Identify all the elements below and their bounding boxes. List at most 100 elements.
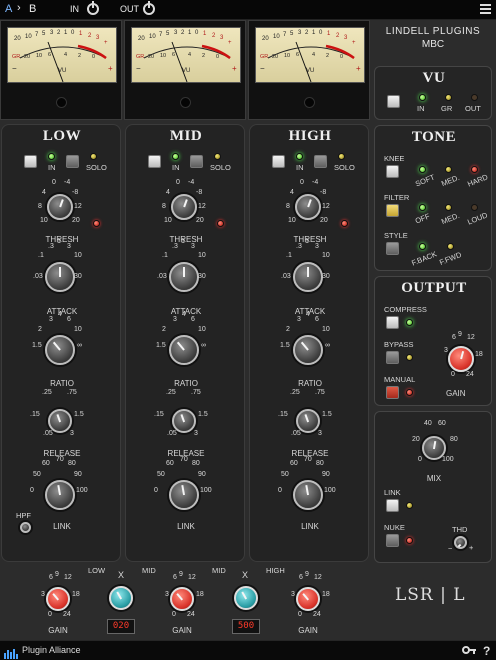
threshold-knob[interactable] <box>295 194 321 220</box>
band-gain-knob-high[interactable] <box>296 587 320 611</box>
vu-scale-top-label: 0 <box>71 30 75 36</box>
vu-scale-top-label: 5 <box>166 31 170 37</box>
knee-hard-label: HARD <box>466 172 490 189</box>
vu-meter: 20 10 7 5 3 2 1 0 1 2 3 + GR 20 10 6 4 2 0− VU + <box>0 20 122 120</box>
crossover-x-label: X <box>118 570 125 580</box>
ratio-knob[interactable] <box>169 335 199 365</box>
vu-scale-top-label: 1 <box>64 30 68 36</box>
compare-a-button[interactable]: A <box>5 3 12 15</box>
release-knob-tick: .15 <box>278 411 288 418</box>
threshold-knob-tick: 8 <box>162 203 166 210</box>
link-knob-tick: 60 <box>166 460 174 467</box>
vu-scale-top-label: 1 <box>327 31 331 37</box>
band-gain-knob-mid[interactable] <box>170 587 194 611</box>
knee-med-label: MED. <box>439 172 461 189</box>
vu-source-button[interactable] <box>387 95 400 108</box>
threshold-knob-tick: 4 <box>42 189 46 196</box>
key-icon[interactable] <box>462 644 476 659</box>
thd-label: THD <box>452 525 468 534</box>
output-panel: OUTPUT COMPRESS BYPASS MANUAL 6 9 12 3 18 0 24… <box>374 276 492 406</box>
vu-scale-bottom-label: 10 <box>36 53 43 59</box>
channel-strip-high: HIGH IN SOLO 0 -4 4 -8 8 12 10 20 THRESH .3 1 3.1 10.03… <box>249 124 369 562</box>
output-gain-knob-tick: 9 <box>458 331 462 338</box>
vu-panel-title: VU <box>422 70 446 86</box>
attack-knob-tick: 10 <box>198 252 206 259</box>
ratio-knob[interactable] <box>293 335 323 365</box>
help-button[interactable]: ? <box>483 644 490 658</box>
threshold-knob-tick: 0 <box>52 179 56 186</box>
crossover-x-label: X <box>242 570 249 580</box>
link-knob-tick: 0 <box>154 487 158 494</box>
output-gain-knob-tick: 6 <box>452 334 456 341</box>
ratio-knob[interactable] <box>45 335 75 365</box>
compare-b-button[interactable]: B <box>29 3 36 15</box>
attack-knob[interactable] <box>169 262 199 292</box>
attack-knob-tick: .03 <box>33 273 43 280</box>
knee-soft-led <box>419 166 426 173</box>
attack-knob[interactable] <box>45 262 75 292</box>
band-solo-button[interactable] <box>190 155 203 168</box>
nuke-button[interactable] <box>386 534 399 547</box>
vu-zero-screw-icon[interactable] <box>180 97 191 108</box>
ratio-knob-tick: 6 <box>315 316 319 323</box>
hamburger-icon[interactable] <box>480 4 491 14</box>
vu-zero-screw-icon[interactable] <box>56 97 67 108</box>
knee-soft-label: SOFT <box>414 172 436 189</box>
thd-knob[interactable] <box>454 536 467 549</box>
vu-meter: 20 10 7 5 3 2 1 0 1 2 3 + GR 20 10 6 4 2 0− VU + <box>248 20 370 120</box>
band-in-button[interactable] <box>24 155 37 168</box>
attack-knob-tick: 10 <box>322 252 330 259</box>
vu-minus-label: − <box>12 64 17 73</box>
crossover-low-mid-knob[interactable] <box>109 586 133 610</box>
manual-button[interactable] <box>386 386 399 399</box>
link-knob-tick: 80 <box>192 460 200 467</box>
link-knob-tick: 70 <box>304 456 312 463</box>
vu-scale-top-label: 10 <box>25 34 32 40</box>
filter-button[interactable] <box>386 204 399 217</box>
compress-button[interactable] <box>386 316 399 329</box>
output-gain-label: GAIN <box>446 389 466 398</box>
vu-zero-screw-icon[interactable] <box>304 97 315 108</box>
hpf-knob[interactable] <box>20 522 31 533</box>
style-button[interactable] <box>386 242 399 255</box>
output-power-icon[interactable] <box>143 1 155 15</box>
ratio-knob-tick: 10 <box>198 326 206 333</box>
threshold-knob[interactable] <box>47 194 73 220</box>
knee-med-led <box>445 166 452 173</box>
style-label: STYLE <box>384 231 408 240</box>
vu-scale-top-label: 7 <box>35 32 39 38</box>
band-gain-knob-low[interactable] <box>46 587 70 611</box>
attack-knob-tick: 3 <box>67 243 71 250</box>
attack-knob-tick: 3 <box>191 243 195 250</box>
footer: Plugin Alliance ? <box>0 640 496 660</box>
vu-scale-bottom-label: 6 <box>296 52 300 58</box>
vu-scale-bottom-label: GR <box>12 54 21 60</box>
mix-link-button[interactable] <box>386 499 399 512</box>
bypass-button[interactable] <box>386 351 399 364</box>
knee-button[interactable] <box>386 165 399 178</box>
link-knob[interactable] <box>45 480 75 510</box>
compare-arrow-icon[interactable]: › <box>17 2 21 14</box>
filter-off-led <box>419 204 426 211</box>
plugin-alliance-label: Plugin Alliance <box>22 645 81 655</box>
release-knob-tick: 3 <box>70 430 74 437</box>
band-solo-button[interactable] <box>314 155 327 168</box>
threshold-knob[interactable] <box>171 194 197 220</box>
band-solo-button[interactable] <box>66 155 79 168</box>
crossover-mid-high-knob[interactable] <box>234 586 258 610</box>
band-in-button[interactable] <box>272 155 285 168</box>
vu-unit-label: VU <box>58 68 67 74</box>
filter-loud-label: LOUD <box>466 210 489 227</box>
band-in-button[interactable] <box>148 155 161 168</box>
release-knob-tick: .05 <box>167 430 177 437</box>
crossover-label: HIGH <box>266 566 285 575</box>
attack-knob[interactable] <box>293 262 323 292</box>
input-power-icon[interactable] <box>87 1 99 15</box>
mix-link-label: LINK <box>384 488 401 497</box>
ratio-knob-tick: 2 <box>38 326 42 333</box>
link-knob[interactable] <box>293 480 323 510</box>
link-knob[interactable] <box>169 480 199 510</box>
vu-scale-bottom-label: GR <box>260 54 269 60</box>
output-gain-knob[interactable] <box>448 346 474 372</box>
band-in-led <box>172 153 179 160</box>
